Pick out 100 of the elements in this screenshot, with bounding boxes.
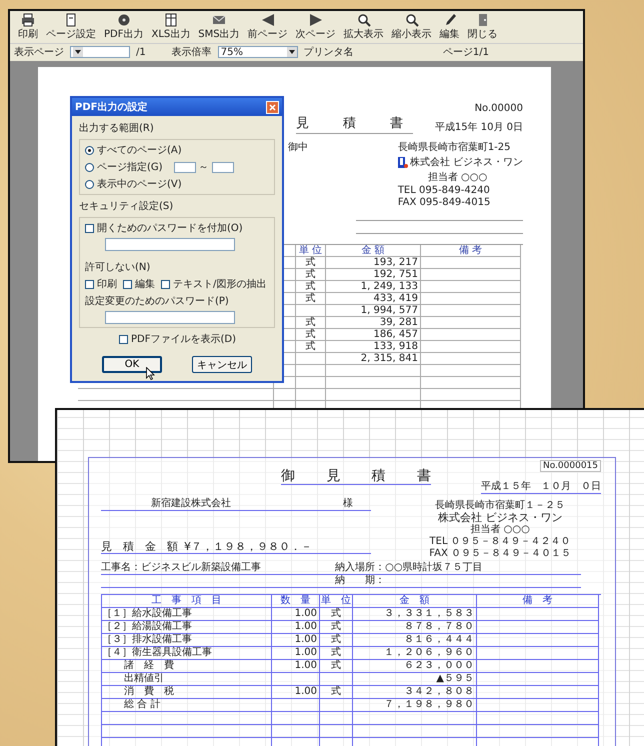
toolbar-button[interactable]: XLS出力: [149, 13, 192, 41]
table-cell: 2, 315, 841: [326, 353, 421, 365]
table-cell: ７，１９８，９８０: [353, 699, 477, 712]
zoom-label: 表示倍率: [172, 46, 212, 59]
table-cell: １，２０６，９６０: [353, 647, 477, 660]
option-label: PDFファイルを表示(D): [131, 332, 236, 346]
table-cell: 消 費 税: [102, 686, 272, 699]
table-cell: 193, 217: [326, 257, 421, 269]
client-name: 新宿建設株式会社: [151, 498, 231, 510]
table-cell: ６２３，０００: [353, 660, 477, 673]
address-text: 長崎県長崎市宿葉町１－２５: [435, 500, 566, 512]
column-header: 備 考: [421, 245, 521, 257]
column-header: 単 位: [320, 595, 353, 608]
addressee-text: 御中: [288, 140, 308, 155]
table-cell: 式: [320, 621, 353, 634]
fax-number: FAX ０９５－８４９－４０１５: [429, 548, 571, 560]
table-cell: ▲５９５: [353, 673, 477, 686]
toolbar-button[interactable]: 編集: [438, 13, 462, 41]
option-label: 開くためのパスワードを付加(O): [97, 222, 243, 235]
table-cell: 433, 419: [326, 293, 421, 305]
toolbar-button[interactable]: 次ページ: [294, 13, 338, 41]
table-cell: 総 合 計: [102, 699, 272, 712]
table-cell: 式: [296, 257, 326, 269]
phone-number: TEL 095-849-4240: [398, 185, 490, 196]
table-cell: 1.00: [272, 686, 320, 699]
table-cell: 式: [320, 647, 353, 660]
table-cell: 諸 経 費: [102, 660, 272, 673]
company-name: 株式会社 ビジネス・ワン: [438, 512, 562, 524]
toolbar-button[interactable]: 前ページ: [246, 13, 290, 41]
table-cell: 式: [296, 269, 326, 281]
column-header: 備 考: [477, 595, 599, 608]
table-cell: 式: [320, 634, 353, 647]
phone-number: TEL ０９５－８４９－４２４０: [430, 536, 571, 548]
column-header: 金 額: [326, 245, 421, 257]
option-label: 印刷: [97, 278, 117, 291]
option-label: 編集: [135, 278, 155, 291]
table-cell: ［３］排水設備工事: [102, 634, 272, 647]
table-cell: 式: [296, 281, 326, 293]
zoom-dropdown[interactable]: 75%: [218, 46, 298, 58]
table-cell: 1.00: [272, 608, 320, 621]
company-name: 株式会社 ビジネス・ワン: [410, 156, 523, 169]
ok-button[interactable]: OK: [102, 356, 162, 373]
delivery-place: 納入場所：○○県時計坂７５丁目: [335, 562, 581, 575]
table-cell: ［４］衛生器具設備工事: [102, 647, 272, 660]
toolbar-button[interactable]: 印刷: [16, 13, 40, 41]
dialog-title: PDF出力の設定: [75, 100, 148, 114]
option-label: すべてのページ(A): [97, 144, 182, 157]
range-separator: ～: [198, 161, 209, 174]
table-cell: 式: [320, 686, 353, 699]
option-label: テキスト/図形の抽出: [173, 278, 266, 291]
fax-number: FAX 095-849-4015: [398, 197, 490, 208]
document-title: 見 積 書: [296, 114, 413, 134]
toolbar-button[interactable]: 縮小表示: [390, 13, 434, 41]
printer-label: プリンタ名: [304, 46, 354, 59]
table-cell: 式: [296, 317, 326, 329]
table-cell: 式: [320, 608, 353, 621]
table-cell: 192, 751: [326, 269, 421, 281]
contact-person: 担当者 ○○○: [470, 524, 530, 536]
toolbar-button[interactable]: ページ設定: [44, 13, 98, 41]
table-cell: ８７８，７８０: [353, 621, 477, 634]
table-cell: ３４２，８０８: [353, 686, 477, 699]
column-header: 金 額: [353, 595, 477, 608]
option-label: 表示中のページ(V): [97, 178, 182, 191]
table-cell: 39, 281: [326, 317, 421, 329]
project-name: 工事名：ビジネスビル新築設備工事: [101, 562, 336, 575]
table-cell: ３，３３１，５８３: [353, 608, 477, 621]
contact-person: 担当者 ○○○: [428, 170, 488, 184]
document-date: 平成15年 10月 0日: [434, 120, 523, 134]
toolbar-button[interactable]: SMS出力: [196, 13, 242, 41]
table-cell: 1, 249, 133: [326, 281, 421, 293]
table-cell: 1.00: [272, 647, 320, 660]
table-cell: 出精値引: [102, 673, 272, 686]
column-header: 単 位: [296, 245, 326, 257]
toolbar-button[interactable]: 拡大表示: [342, 13, 386, 41]
table-cell: 186, 457: [326, 329, 421, 341]
table-cell: 式: [296, 341, 326, 353]
table-cell: 1, 994, 577: [326, 305, 421, 317]
column-header: 工 事 項 目: [102, 595, 272, 608]
table-cell: 1.00: [272, 660, 320, 673]
document-number: No.0000015: [540, 460, 601, 472]
delivery-date: 納 期：: [335, 575, 581, 588]
cancel-button[interactable]: キャンセル: [192, 356, 252, 373]
toolbar-button[interactable]: 閉じる: [466, 13, 500, 41]
table-cell: 式: [296, 329, 326, 341]
document-date: 平成１５年 １０月 ０日: [481, 481, 601, 494]
group-label: 出力する範囲(R): [79, 122, 155, 135]
group-label: 許可しない(N): [85, 260, 152, 274]
page-status: ページ1/1: [442, 46, 489, 59]
page-label: 表示ページ: [14, 46, 64, 59]
table-cell: 1.00: [272, 621, 320, 634]
toolbar-button[interactable]: PDF出力: [102, 13, 146, 41]
table-cell: ［２］給湯設備工事: [102, 621, 272, 634]
page-count: /1: [136, 46, 146, 58]
total-amount: ¥７，１９８，９８０．－: [184, 541, 312, 553]
total-label: 見 積 金 額: [101, 541, 178, 553]
address-text: 長崎県長崎市宿葉町1-25: [398, 140, 511, 154]
table-cell: 133, 918: [326, 341, 421, 353]
table-cell: 式: [320, 660, 353, 673]
table-cell: ［１］給水設備工事: [102, 608, 272, 621]
document-number: No.00000: [474, 103, 523, 114]
